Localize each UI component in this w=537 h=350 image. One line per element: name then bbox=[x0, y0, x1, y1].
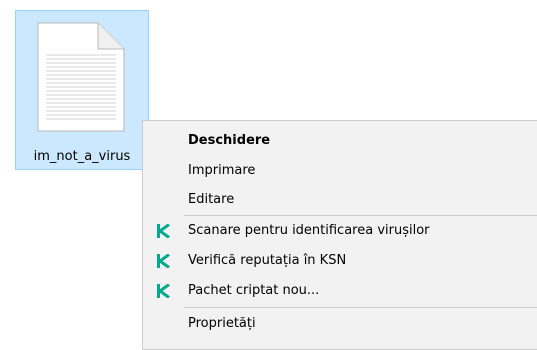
file-name-label: im_not_a_virus bbox=[33, 149, 131, 164]
menu-item-edit[interactable]: Editare bbox=[143, 188, 537, 212]
menu-item-label: Imprimare bbox=[188, 163, 256, 178]
menu-item-label: Scanare pentru identificarea virușilor bbox=[188, 223, 430, 238]
menu-item-print[interactable]: Imprimare bbox=[143, 159, 537, 183]
kaspersky-k-icon bbox=[157, 254, 170, 268]
menu-item-properties[interactable]: Proprietăți bbox=[143, 312, 537, 336]
menu-item-label: Verifică reputația în KSN bbox=[188, 253, 347, 268]
menu-item-check-reputation[interactable]: Verifică reputația în KSN bbox=[143, 249, 537, 273]
menu-item-label: Proprietăți bbox=[188, 316, 256, 331]
kaspersky-k-icon bbox=[157, 284, 170, 298]
context-menu: Deschidere Imprimare Editare Scanare pen… bbox=[142, 120, 537, 350]
kaspersky-k-icon bbox=[157, 224, 170, 238]
menu-item-open[interactable]: Deschidere bbox=[143, 129, 537, 153]
menu-item-scan-viruses[interactable]: Scanare pentru identificarea virușilor bbox=[143, 219, 537, 243]
menu-separator bbox=[184, 307, 537, 308]
desktop-file-item[interactable]: im_not_a_virus bbox=[15, 10, 149, 170]
menu-item-label: Deschidere bbox=[188, 133, 271, 148]
text-file-icon bbox=[37, 22, 125, 132]
menu-separator bbox=[184, 215, 537, 216]
menu-item-label: Editare bbox=[188, 192, 235, 207]
menu-item-label: Pachet criptat nou... bbox=[188, 283, 320, 298]
menu-item-new-encrypted-package[interactable]: Pachet criptat nou... bbox=[143, 279, 537, 303]
